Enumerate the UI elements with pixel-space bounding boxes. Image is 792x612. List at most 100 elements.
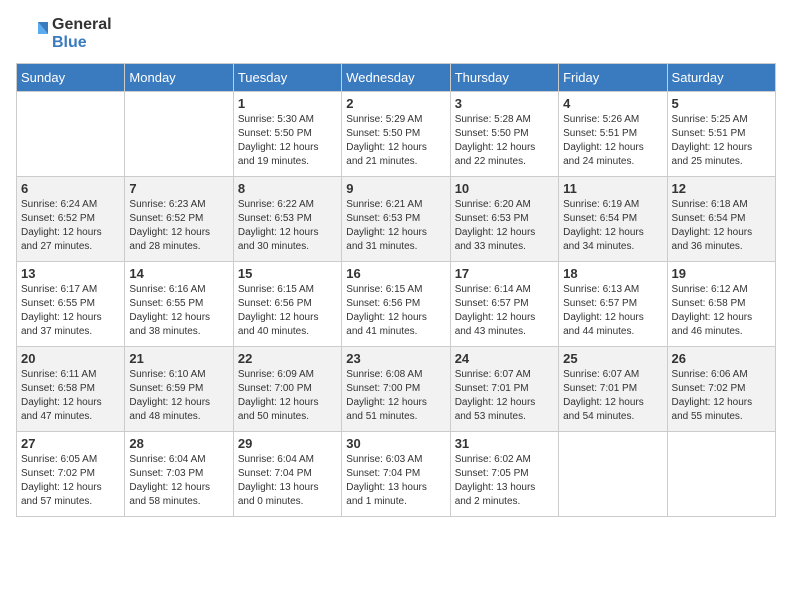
day-number: 11 bbox=[563, 181, 662, 196]
calendar-table: SundayMondayTuesdayWednesdayThursdayFrid… bbox=[16, 63, 776, 517]
day-number: 30 bbox=[346, 436, 445, 451]
day-number: 25 bbox=[563, 351, 662, 366]
calendar-cell: 19 Sunrise: 6:12 AM Sunset: 6:58 PM Dayli… bbox=[667, 262, 775, 347]
day-info: Sunrise: 6:19 AM Sunset: 6:54 PM Dayligh… bbox=[563, 198, 662, 254]
calendar-cell: 5 Sunrise: 5:25 AM Sunset: 5:51 PM Daylig… bbox=[667, 92, 775, 177]
day-number: 23 bbox=[346, 351, 445, 366]
day-number: 5 bbox=[672, 96, 771, 111]
day-info: Sunrise: 6:18 AM Sunset: 6:54 PM Dayligh… bbox=[672, 198, 771, 254]
day-number: 2 bbox=[346, 96, 445, 111]
day-info: Sunrise: 6:22 AM Sunset: 6:53 PM Dayligh… bbox=[238, 198, 337, 254]
day-info: Sunrise: 6:05 AM Sunset: 7:02 PM Dayligh… bbox=[21, 453, 120, 509]
day-info: Sunrise: 6:17 AM Sunset: 6:55 PM Dayligh… bbox=[21, 283, 120, 339]
calendar-cell: 9Sunrise: 6:21 AM Sunset: 6:53 PM Daylig… bbox=[342, 177, 450, 262]
day-number: 17 bbox=[455, 266, 554, 281]
day-info: Sunrise: 5:26 AM Sunset: 5:51 PM Dayligh… bbox=[563, 113, 662, 169]
calendar-cell: 17 Sunrise: 6:14 AM Sunset: 6:57 PM Dayli… bbox=[450, 262, 558, 347]
logo-blue-text: Blue bbox=[52, 34, 87, 51]
calendar-cell: 27 Sunrise: 6:05 AM Sunset: 7:02 PM Dayli… bbox=[17, 432, 125, 517]
day-number: 6 bbox=[21, 181, 120, 196]
calendar-cell bbox=[667, 432, 775, 517]
day-info: Sunrise: 6:23 AM Sunset: 6:52 PM Dayligh… bbox=[129, 198, 228, 254]
logo-general-text: General bbox=[52, 16, 112, 33]
day-number: 21 bbox=[129, 351, 228, 366]
day-info: Sunrise: 6:11 AM Sunset: 6:58 PM Dayligh… bbox=[21, 368, 120, 424]
calendar-cell: 21 Sunrise: 6:10 AM Sunset: 6:59 PM Dayli… bbox=[125, 347, 233, 432]
day-info: Sunrise: 6:15 AM Sunset: 6:56 PM Dayligh… bbox=[238, 283, 337, 339]
calendar-cell: 16 Sunrise: 6:15 AM Sunset: 6:56 PM Dayli… bbox=[342, 262, 450, 347]
calendar-cell: 1 Sunrise: 5:30 AM Sunset: 5:50 PM Daylig… bbox=[233, 92, 341, 177]
day-number: 8 bbox=[238, 181, 337, 196]
calendar-cell: 2 Sunrise: 5:29 AM Sunset: 5:50 PM Daylig… bbox=[342, 92, 450, 177]
day-info: Sunrise: 5:30 AM Sunset: 5:50 PM Dayligh… bbox=[238, 113, 337, 169]
day-number: 4 bbox=[563, 96, 662, 111]
calendar-cell: 12 Sunrise: 6:18 AM Sunset: 6:54 PM Dayli… bbox=[667, 177, 775, 262]
calendar-cell: 30 Sunrise: 6:03 AM Sunset: 7:04 PM Dayli… bbox=[342, 432, 450, 517]
day-number: 1 bbox=[238, 96, 337, 111]
day-info: Sunrise: 5:25 AM Sunset: 5:51 PM Dayligh… bbox=[672, 113, 771, 169]
calendar-cell: 29 Sunrise: 6:04 AM Sunset: 7:04 PM Dayli… bbox=[233, 432, 341, 517]
day-number: 10 bbox=[455, 181, 554, 196]
day-info: Sunrise: 6:07 AM Sunset: 7:01 PM Dayligh… bbox=[563, 368, 662, 424]
day-number: 15 bbox=[238, 266, 337, 281]
day-info: Sunrise: 6:15 AM Sunset: 6:56 PM Dayligh… bbox=[346, 283, 445, 339]
day-header-wednesday: Wednesday bbox=[342, 64, 450, 92]
day-header-thursday: Thursday bbox=[450, 64, 558, 92]
calendar-cell bbox=[125, 92, 233, 177]
day-info: Sunrise: 6:12 AM Sunset: 6:58 PM Dayligh… bbox=[672, 283, 771, 339]
day-info: Sunrise: 6:06 AM Sunset: 7:02 PM Dayligh… bbox=[672, 368, 771, 424]
day-number: 16 bbox=[346, 266, 445, 281]
day-number: 3 bbox=[455, 96, 554, 111]
calendar-cell bbox=[559, 432, 667, 517]
day-info: Sunrise: 6:20 AM Sunset: 6:53 PM Dayligh… bbox=[455, 198, 554, 254]
day-number: 27 bbox=[21, 436, 120, 451]
day-number: 26 bbox=[672, 351, 771, 366]
calendar-cell: 28 Sunrise: 6:04 AM Sunset: 7:03 PM Dayli… bbox=[125, 432, 233, 517]
calendar-cell: 18Sunrise: 6:13 AM Sunset: 6:57 PM Dayli… bbox=[559, 262, 667, 347]
day-info: Sunrise: 6:14 AM Sunset: 6:57 PM Dayligh… bbox=[455, 283, 554, 339]
calendar-cell: 15 Sunrise: 6:15 AM Sunset: 6:56 PM Dayli… bbox=[233, 262, 341, 347]
day-number: 22 bbox=[238, 351, 337, 366]
day-info: Sunrise: 5:28 AM Sunset: 5:50 PM Dayligh… bbox=[455, 113, 554, 169]
calendar-cell: 8 Sunrise: 6:22 AM Sunset: 6:53 PM Daylig… bbox=[233, 177, 341, 262]
day-info: Sunrise: 5:29 AM Sunset: 5:50 PM Dayligh… bbox=[346, 113, 445, 169]
day-header-tuesday: Tuesday bbox=[233, 64, 341, 92]
logo: General Blue bbox=[16, 16, 112, 51]
day-info: Sunrise: 6:07 AM Sunset: 7:01 PM Dayligh… bbox=[455, 368, 554, 424]
day-number: 29 bbox=[238, 436, 337, 451]
day-number: 7 bbox=[129, 181, 228, 196]
day-header-saturday: Saturday bbox=[667, 64, 775, 92]
calendar-cell: 23 Sunrise: 6:08 AM Sunset: 7:00 PM Dayli… bbox=[342, 347, 450, 432]
logo-svg bbox=[16, 18, 48, 50]
day-number: 14 bbox=[129, 266, 228, 281]
day-number: 13 bbox=[21, 266, 120, 281]
day-info: Sunrise: 6:02 AM Sunset: 7:05 PM Dayligh… bbox=[455, 453, 554, 509]
day-header-friday: Friday bbox=[559, 64, 667, 92]
day-number: 19 bbox=[672, 266, 771, 281]
day-number: 12 bbox=[672, 181, 771, 196]
calendar-cell: 7 Sunrise: 6:23 AM Sunset: 6:52 PM Daylig… bbox=[125, 177, 233, 262]
day-info: Sunrise: 6:03 AM Sunset: 7:04 PM Dayligh… bbox=[346, 453, 445, 509]
calendar-cell: 25 Sunrise: 6:07 AM Sunset: 7:01 PM Dayli… bbox=[559, 347, 667, 432]
day-header-monday: Monday bbox=[125, 64, 233, 92]
day-info: Sunrise: 6:13 AM Sunset: 6:57 PM Dayligh… bbox=[563, 283, 662, 339]
calendar-cell: 4 Sunrise: 5:26 AM Sunset: 5:51 PM Daylig… bbox=[559, 92, 667, 177]
day-number: 20 bbox=[21, 351, 120, 366]
calendar-cell: 24Sunrise: 6:07 AM Sunset: 7:01 PM Dayli… bbox=[450, 347, 558, 432]
calendar-cell bbox=[17, 92, 125, 177]
day-info: Sunrise: 6:04 AM Sunset: 7:03 PM Dayligh… bbox=[129, 453, 228, 509]
day-number: 31 bbox=[455, 436, 554, 451]
calendar-cell: 6Sunrise: 6:24 AM Sunset: 6:52 PM Daylig… bbox=[17, 177, 125, 262]
day-info: Sunrise: 6:16 AM Sunset: 6:55 PM Dayligh… bbox=[129, 283, 228, 339]
day-info: Sunrise: 6:04 AM Sunset: 7:04 PM Dayligh… bbox=[238, 453, 337, 509]
calendar-cell: 13 Sunrise: 6:17 AM Sunset: 6:55 PM Dayli… bbox=[17, 262, 125, 347]
day-info: Sunrise: 6:09 AM Sunset: 7:00 PM Dayligh… bbox=[238, 368, 337, 424]
calendar-cell: 3 Sunrise: 5:28 AM Sunset: 5:50 PM Daylig… bbox=[450, 92, 558, 177]
day-number: 28 bbox=[129, 436, 228, 451]
day-info: Sunrise: 6:10 AM Sunset: 6:59 PM Dayligh… bbox=[129, 368, 228, 424]
calendar-cell: 14 Sunrise: 6:16 AM Sunset: 6:55 PM Dayli… bbox=[125, 262, 233, 347]
day-info: Sunrise: 6:08 AM Sunset: 7:00 PM Dayligh… bbox=[346, 368, 445, 424]
calendar-cell: 10 Sunrise: 6:20 AM Sunset: 6:53 PM Dayli… bbox=[450, 177, 558, 262]
day-header-sunday: Sunday bbox=[17, 64, 125, 92]
page-header: General Blue bbox=[16, 16, 776, 51]
